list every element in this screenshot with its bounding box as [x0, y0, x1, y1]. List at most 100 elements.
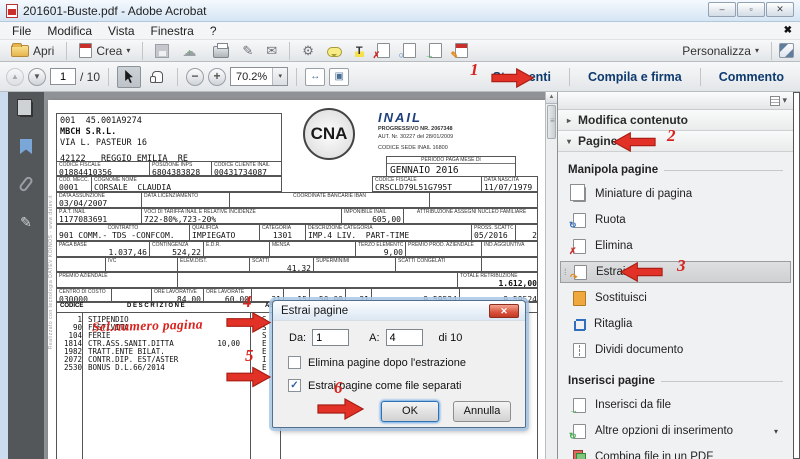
zoom-in-button[interactable]: + [208, 68, 226, 86]
bookmarks-icon[interactable] [20, 139, 32, 154]
select-tool-button[interactable] [117, 66, 141, 88]
window-title: 201601-Buste.pdf - Adobe Acrobat [23, 4, 206, 18]
panel-item-sostituisci[interactable]: Sostituisci [558, 285, 793, 311]
previous-page-button[interactable]: ▲ [6, 68, 24, 86]
tab-commento[interactable]: Commento [709, 70, 794, 84]
extract-page-icon: ↷ [574, 265, 587, 280]
delete-after-label: Elimina pagine dopo l'estrazione [308, 357, 466, 369]
inail-logo: INAIL [378, 110, 518, 125]
next-page-button[interactable]: ▼ [28, 68, 46, 86]
panel-item-elimina[interactable]: ✗ Elimina [558, 233, 793, 259]
create-button[interactable]: Crea ▾ [74, 41, 135, 61]
panel-item-inserisci-da-file[interactable]: → Inserisci da file [558, 392, 793, 418]
pdf-file-icon [6, 4, 18, 18]
scrollbar-thumb[interactable] [547, 105, 556, 139]
pay-row-1: PAGA BASE1.037,46 CONTINGENZA524,22 E.D.… [56, 241, 538, 257]
chevron-down-icon: ▾ [567, 137, 571, 146]
search-page-icon: ○ [403, 43, 416, 58]
cursor-icon [124, 70, 135, 83]
hand-tool-button[interactable] [145, 66, 169, 88]
text-highlight-icon: T [355, 45, 364, 57]
email-button[interactable]: ✉ [261, 41, 282, 61]
search-document-button[interactable]: ○ [398, 41, 421, 61]
minimize-button[interactable]: – [708, 2, 736, 17]
rotate-page-icon: ↻ [573, 213, 586, 228]
save-button[interactable] [150, 41, 174, 61]
window-border-left [0, 92, 8, 459]
tab-strumenti[interactable]: Strumenti [483, 70, 561, 84]
delete-after-checkbox[interactable] [288, 356, 301, 369]
menu-vista[interactable]: Vista [100, 24, 142, 38]
delete-page-button[interactable]: ✗ [372, 41, 395, 61]
sign-button[interactable]: ✎ [237, 41, 258, 61]
panel-item-miniature[interactable]: Miniature di pagina [558, 181, 793, 207]
zoom-out-button[interactable]: − [186, 68, 204, 86]
chevron-down-icon: ▾ [774, 427, 778, 436]
export-page-button[interactable]: → [424, 41, 447, 61]
menu-help[interactable]: ? [202, 24, 225, 38]
menu-modifica[interactable]: Modifica [39, 24, 100, 38]
page-thumbnails-icon [573, 187, 586, 202]
ok-button[interactable]: OK [381, 401, 439, 422]
settings-button[interactable]: ⚙ [297, 41, 319, 61]
edit-page-button[interactable]: ✎ [450, 41, 473, 61]
section-pagine[interactable]: ▾ Pagine [558, 131, 793, 152]
comment-bubble-button[interactable] [322, 41, 347, 61]
dialog-close-button[interactable]: ✕ [489, 304, 519, 318]
scroll-up-icon[interactable]: ▲ [546, 92, 557, 104]
printer-icon [213, 46, 229, 58]
navigation-rail: ✎ [8, 92, 44, 459]
panel-options-button[interactable]: ▾ [770, 95, 787, 106]
separate-files-checkbox[interactable]: ✓ [288, 379, 301, 392]
panel-header: ▾ [558, 92, 793, 110]
panel-item-ritaglia[interactable]: Ritaglia [558, 311, 793, 337]
codice-sede: CODICE SEDE INAIL 16800 [378, 144, 518, 152]
inail-row: P.A.T. INAIL1177083691 VOCI DI TARIFFA I… [56, 208, 538, 224]
upload-cloud-button[interactable]: ☁↑ [177, 41, 205, 61]
inail-block: INAIL PROGRESSIVO NR. 2067348 AUT. Nr. 3… [378, 110, 518, 152]
menu-finestra[interactable]: Finestra [143, 24, 202, 38]
document-scrollbar[interactable]: ▲ [545, 92, 557, 459]
save-icon [155, 44, 169, 58]
to-label: A: [369, 332, 379, 344]
panel-item-altre-opzioni[interactable]: ↻ Altre opzioni di inserimento ▾ [558, 418, 793, 444]
open-button[interactable]: Apri [6, 41, 59, 61]
restore-button[interactable]: ▫ [737, 2, 765, 17]
tab-compila-firma[interactable]: Compila e firma [578, 70, 692, 84]
highlight-text-button[interactable]: T [350, 41, 369, 61]
pen-icon: ✎ [242, 43, 253, 59]
attachments-icon[interactable] [18, 175, 34, 193]
navigation-toolbar: ▲ ▼ / 10 − + 70.2% ▾ ↔ ▣ Strumenti Compi… [0, 62, 800, 92]
envelope-icon: ✉ [266, 43, 277, 59]
page-number-input[interactable] [50, 68, 76, 85]
panel-item-combina[interactable]: Combina file in un PDF [558, 444, 793, 459]
dialog-title: Estrai pagine [281, 305, 348, 317]
menu-bar: File Modifica Vista Finestra ? ✖ [0, 22, 800, 40]
section-modifica-contenuto[interactable]: ▸ Modifica contenuto [558, 110, 793, 131]
personalize-button[interactable]: Personalizza ▾ [677, 41, 764, 61]
create-pdf-icon [79, 43, 92, 58]
to-page-input[interactable] [386, 329, 423, 346]
signatures-icon[interactable]: ✎ [20, 214, 32, 231]
panel-item-estrai[interactable]: ↷ Estrai [560, 261, 791, 283]
page-total-label: / 10 [80, 70, 100, 84]
menu-file[interactable]: File [4, 24, 39, 38]
from-page-input[interactable] [312, 329, 349, 346]
panel-item-ruota[interactable]: ↻ Ruota [558, 207, 793, 233]
page-thumbnails-icon[interactable] [20, 102, 33, 117]
autorizzazione: AUT. Nr. 30227 del 28/01/2009 [378, 133, 518, 141]
cancel-button[interactable]: Annulla [453, 401, 511, 422]
zoom-level-select[interactable]: 70.2% ▾ [230, 67, 288, 86]
fit-width-button[interactable]: ↔ [305, 68, 325, 86]
employee-row-left: COD. MECC.0001 COGNOME NOMECORSALE CLAUD… [56, 176, 282, 192]
print-button[interactable] [208, 41, 234, 61]
replace-page-icon [573, 291, 586, 306]
panel-item-dividi[interactable]: Dividi documento [558, 337, 793, 363]
fullscreen-toggle-icon[interactable] [779, 43, 794, 58]
zoom-value: 70.2% [231, 71, 272, 83]
close-button[interactable]: ✕ [766, 2, 794, 17]
fit-page-button[interactable]: ▣ [329, 68, 349, 86]
chevron-right-icon: ▸ [567, 116, 571, 125]
toolbar-close-icon[interactable]: ✖ [784, 25, 792, 36]
firm-name: MBCH S.R.L. [57, 127, 281, 138]
